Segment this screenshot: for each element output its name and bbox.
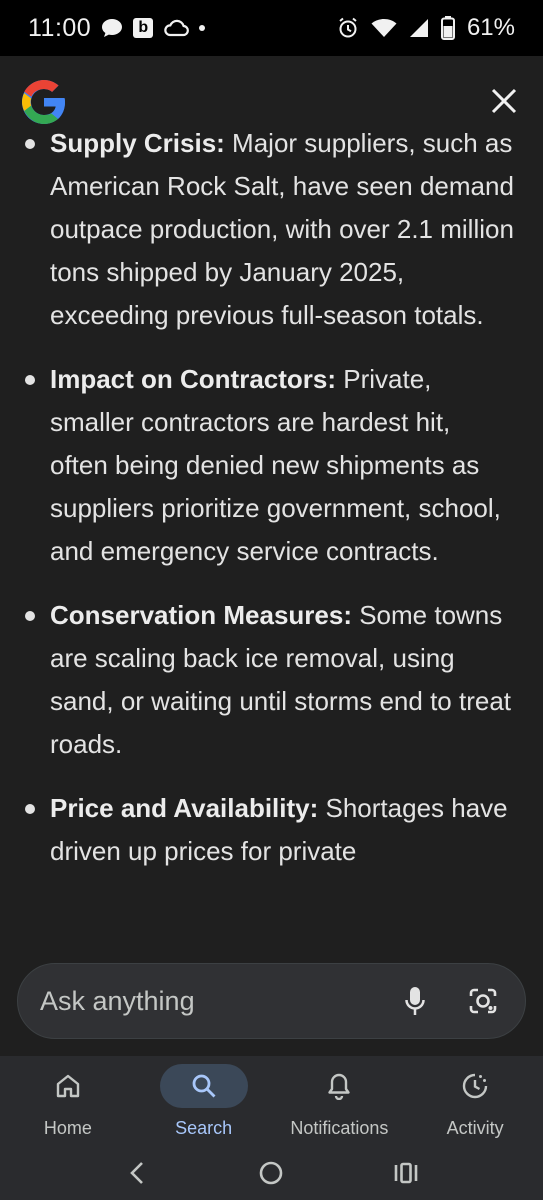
home-circle-button[interactable] <box>251 1153 291 1193</box>
status-right: 61% <box>337 14 515 42</box>
nav-label: Home <box>43 1118 92 1138</box>
home-icon <box>56 1074 80 1098</box>
system-nav <box>0 1146 543 1200</box>
back-icon <box>130 1162 144 1184</box>
cloud-icon <box>163 19 190 37</box>
close-icon <box>491 88 517 114</box>
nav-icon-wrap <box>24 1064 112 1108</box>
back-button[interactable] <box>117 1153 157 1193</box>
bell-icon <box>328 1073 351 1100</box>
ask-input[interactable] <box>40 985 395 1017</box>
nav-activity[interactable]: Activity <box>407 1056 543 1146</box>
ai-answer-content: Supply Crisis: Major suppliers, such as … <box>0 128 543 958</box>
battery-icon <box>440 16 455 40</box>
activity-icon <box>462 1073 488 1099</box>
lens-icon[interactable] <box>463 981 503 1021</box>
chat-bubble-icon <box>101 18 123 38</box>
nav-label: Search <box>175 1118 233 1138</box>
list-item: Impact on Contractors: Private, smaller … <box>0 358 543 573</box>
nav-home[interactable]: Home <box>0 1056 136 1146</box>
nav-icon-wrap <box>295 1064 383 1108</box>
close-button[interactable] <box>489 86 519 116</box>
header <box>0 56 543 138</box>
nav-label: Notifications <box>290 1118 389 1138</box>
nav-search[interactable]: Search <box>136 1056 272 1146</box>
wifi-icon <box>371 18 397 38</box>
ask-bar <box>17 963 526 1039</box>
alarm-icon <box>337 17 359 39</box>
signal-icon <box>409 18 429 38</box>
nav-label: Activity <box>446 1118 504 1138</box>
list-item: Supply Crisis: Major suppliers, such as … <box>0 128 543 337</box>
bullet-title: Price and Availability: <box>50 793 319 823</box>
bullet-text: Major suppliers, such as American Rock S… <box>50 128 514 330</box>
list-item: Conservation Measures: Some towns are sc… <box>0 594 543 766</box>
bullet-title: Supply Crisis: <box>50 128 225 158</box>
nav-icon-wrap <box>431 1064 519 1108</box>
bottom-nav: Home Search Notifications Activity <box>0 1056 543 1146</box>
bullet-title: Impact on Contractors: <box>50 364 337 394</box>
mic-icon[interactable] <box>395 981 435 1021</box>
status-bar: 11:00 b 61% <box>0 0 543 56</box>
status-left-icons: b <box>101 18 206 38</box>
bullet-text: Private, smaller contractors are hardest… <box>50 364 501 566</box>
screen: 11:00 b 61% Supply Crisis: Major supplie… <box>0 0 543 1200</box>
nav-icon-wrap <box>159 1064 248 1108</box>
dot-icon <box>199 25 206 31</box>
status-time: 11:00 <box>28 13 92 42</box>
search-icon <box>192 1074 216 1098</box>
list-item: Price and Availability: Shortages have d… <box>0 787 543 873</box>
nav-notifications[interactable]: Notifications <box>272 1056 408 1146</box>
battery-percent: 61% <box>466 14 515 41</box>
recents-button[interactable] <box>386 1153 426 1193</box>
b-app-icon: b <box>133 18 154 38</box>
home-circle-icon <box>260 1161 283 1185</box>
bullet-list: Supply Crisis: Major suppliers, such as … <box>0 128 543 894</box>
google-g-logo[interactable] <box>20 78 68 126</box>
recents-icon <box>394 1162 418 1184</box>
bullet-title: Conservation Measures: <box>50 600 352 630</box>
